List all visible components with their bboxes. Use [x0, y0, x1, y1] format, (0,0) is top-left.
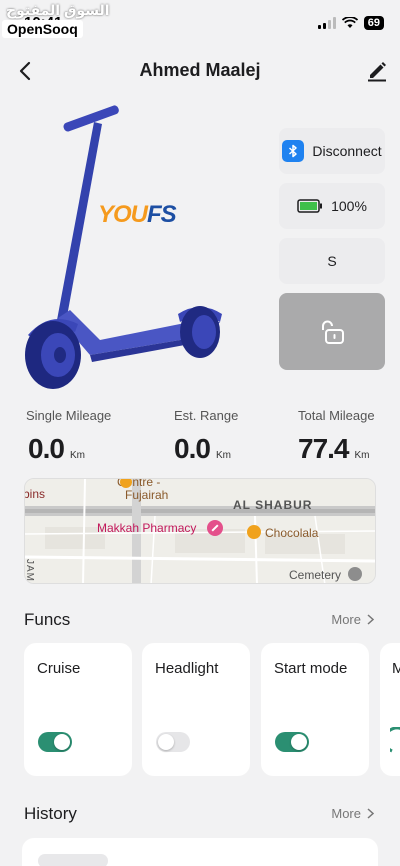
stat-label: Single Mileage: [26, 408, 112, 423]
page-title: Ahmed Maalej: [139, 60, 261, 80]
stat-label: Total Mileage: [298, 408, 375, 423]
wifi-icon: [341, 17, 358, 28]
map-label-al-shabur: AL SHABUR: [233, 498, 313, 512]
stat-unit: Km: [354, 450, 370, 461]
func-card-headlight[interactable]: Headlight: [142, 643, 250, 776]
func-card-partial[interactable]: M: [380, 643, 400, 776]
pharmacy-pin-icon: [207, 520, 223, 536]
map-label-pharmacy: Makkah Pharmacy: [97, 521, 197, 535]
stat-value: 77.4: [298, 433, 349, 464]
watermark-arabic: السوق المفتوح: [6, 2, 110, 18]
func-card-cruise[interactable]: Cruise: [24, 643, 132, 776]
func-label: Cruise: [37, 660, 81, 677]
stat-est-range: Est. Range 0.0 Km: [174, 408, 238, 465]
chevron-right-icon: [367, 614, 374, 625]
func-label: M: [392, 660, 400, 677]
location-map[interactable]: Centre - Fujairah bins AL SHABUR Makkah …: [24, 478, 376, 584]
funcs-more-link[interactable]: More: [331, 612, 374, 627]
disconnect-button[interactable]: Disconnect: [279, 128, 385, 174]
history-card[interactable]: [22, 838, 378, 866]
map-label-chocolala: Chocolala: [265, 526, 319, 540]
stat-unit: Km: [69, 450, 85, 461]
stat-value: 0.0: [28, 433, 65, 464]
speed-mode-label: S: [327, 253, 337, 269]
shopping-pin-icon: [120, 479, 132, 488]
header: Ahmed Maalej: [0, 48, 400, 94]
more-label: More: [331, 612, 361, 627]
map-label-bins: bins: [24, 487, 46, 501]
history-title: History: [24, 804, 77, 823]
cemetery-pin-icon: [348, 567, 362, 581]
stat-label: Est. Range: [174, 408, 239, 423]
battery-percent: 100%: [331, 198, 367, 214]
stat-value: 0.0: [174, 433, 211, 464]
func-label: Headlight: [155, 660, 219, 677]
speed-mode-button[interactable]: S: [279, 238, 385, 284]
status-icons: 69: [317, 16, 384, 30]
more-label: More: [331, 806, 361, 821]
chevron-right-icon: [367, 808, 374, 819]
func-card-start-mode[interactable]: Start mode: [261, 643, 369, 776]
func-label: Start mode: [274, 660, 348, 677]
history-more-link[interactable]: More: [331, 806, 374, 821]
food-pin-icon: [247, 525, 261, 539]
headlight-toggle[interactable]: [156, 732, 190, 752]
gauge-icon: [390, 727, 400, 753]
edit-button[interactable]: [364, 58, 390, 84]
map-label-fujairah: Fujairah: [125, 488, 169, 502]
watermark-brand: OpenSooq: [2, 20, 83, 38]
scooter-image: [25, 105, 222, 389]
start-mode-toggle[interactable]: [275, 732, 309, 752]
cruise-toggle[interactable]: [38, 732, 72, 752]
lock-button[interactable]: [279, 293, 385, 370]
map-label-jamal: JAMAL ABD: [25, 559, 35, 583]
disconnect-label: Disconnect: [312, 143, 382, 159]
history-chip: [38, 854, 108, 866]
stat-unit: Km: [215, 450, 231, 461]
stat-single-mileage: Single Mileage 0.0 Km: [26, 408, 111, 465]
status-bar: 10:41 السوق المفتوح OpenSooq 69: [0, 0, 400, 44]
pencil-icon: [368, 62, 386, 82]
battery-icon: [297, 199, 323, 213]
map-label-cemetery: Cemetery: [289, 568, 342, 582]
stat-total-mileage: Total Mileage 77.4 Km: [298, 408, 375, 465]
scooter-brand-logo: YOUFS: [98, 201, 177, 228]
unlock-icon: [322, 320, 344, 344]
funcs-title: Funcs: [24, 610, 71, 629]
battery-status-button[interactable]: 100%: [279, 183, 385, 229]
bluetooth-icon: [282, 140, 305, 162]
battery-status-icon: 69: [363, 16, 384, 30]
cellular-signal-icon: [317, 17, 336, 29]
